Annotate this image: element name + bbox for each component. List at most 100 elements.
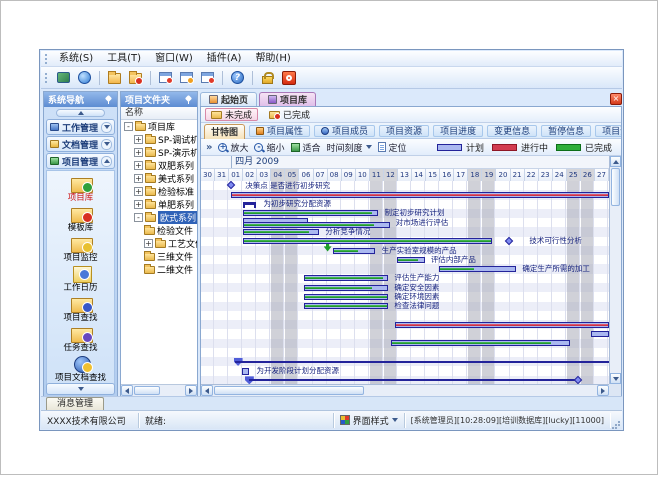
toolbar-button-system-icon[interactable] — [54, 69, 73, 87]
expander-plus-icon[interactable]: + — [134, 148, 143, 157]
sidebar-item-2[interactable]: 项目监控 — [47, 234, 114, 263]
view-tab-3[interactable]: 项目资源 — [379, 125, 429, 137]
scroll-left-button[interactable] — [201, 385, 213, 396]
gantt-vscrollbar[interactable] — [609, 156, 621, 384]
view-tab-2[interactable]: 项目成员 — [314, 125, 375, 137]
zoom-out-button[interactable]: -缩小 — [254, 141, 284, 154]
scroll-down-button[interactable] — [610, 373, 621, 384]
expander-plus-icon[interactable]: + — [134, 187, 143, 196]
toolbar-button-folder-open-icon[interactable] — [126, 69, 145, 87]
sidebar-section-2[interactable]: 项目管理 — [46, 153, 115, 169]
ui-style-dropdown[interactable]: 界面样式 — [334, 413, 405, 428]
expander-plus-icon[interactable]: + — [144, 239, 153, 248]
toolbar-button-exit-icon[interactable] — [279, 69, 298, 87]
gantt-bar-task[interactable] — [439, 266, 516, 272]
tab-project-lib[interactable]: 项目库 — [259, 92, 316, 106]
gantt-bar-task[interactable] — [304, 285, 388, 291]
gantt-summary-bracket[interactable] — [243, 202, 256, 205]
close-icon[interactable]: × — [610, 93, 622, 105]
gantt-bar-task[interactable] — [304, 275, 388, 281]
sidebar-section-1[interactable]: 文档管理 — [46, 136, 115, 152]
menu-item-2[interactable]: 窗口(W) — [148, 51, 200, 66]
toolbar-button-folder-icon[interactable] — [105, 69, 124, 87]
tree-node-4[interactable]: +美式系列 — [121, 172, 197, 185]
overflow-chevron-icon[interactable]: » — [206, 142, 212, 153]
toolbar-button-window-mail-icon[interactable] — [156, 69, 175, 87]
tree-node-7[interactable]: -欧式系列 — [121, 211, 197, 224]
sidebar-item-5[interactable]: 任务查找 — [47, 324, 114, 353]
sidebar-scroll-up[interactable] — [56, 109, 105, 117]
tree-node-0[interactable]: -项目库 — [121, 120, 197, 133]
tree-node-1[interactable]: +SP-调试机系 — [121, 133, 197, 146]
time-scale-dropdown[interactable]: 时间刻度 — [327, 141, 372, 154]
menu-item-4[interactable]: 帮助(H) — [248, 51, 297, 66]
tab-start-page[interactable]: 起始页 — [200, 92, 257, 106]
chevron-down-icon[interactable] — [101, 139, 112, 150]
gantt-bar-inprogress[interactable] — [395, 322, 609, 328]
filter-finished[interactable]: 已完成 — [263, 108, 316, 121]
gantt-marker-box[interactable] — [242, 368, 249, 375]
gantt-hscrollbar[interactable] — [201, 384, 609, 396]
sidebar-item-6[interactable]: 项目文档查找 — [47, 354, 114, 383]
gantt-bar-inprogress[interactable] — [231, 192, 609, 198]
gantt-summary-line[interactable] — [249, 379, 575, 381]
filter-unfinished[interactable]: 未完成 — [205, 108, 258, 121]
message-manager-tab[interactable]: 消息管理 — [46, 397, 104, 410]
fit-button[interactable]: 适合 — [291, 141, 321, 154]
zoom-in-button[interactable]: +放大 — [218, 141, 248, 154]
sidebar-section-collapsed[interactable] — [46, 383, 115, 395]
resize-grip[interactable] — [612, 413, 622, 428]
pin-icon[interactable] — [185, 95, 193, 104]
tree-node-6[interactable]: +单肥系列 — [121, 198, 197, 211]
chevron-up-icon[interactable] — [101, 156, 112, 167]
sidebar-item-3[interactable]: 工作日历 — [47, 264, 114, 293]
toolbar-button-window-edit-icon[interactable] — [177, 69, 196, 87]
sidebar-item-0[interactable]: 项目库 — [47, 174, 114, 203]
tree-column-header[interactable]: 名称 — [121, 107, 197, 120]
toolbar-button-lock-icon[interactable] — [258, 69, 277, 87]
scroll-thumb[interactable] — [611, 168, 620, 206]
expander-plus-icon[interactable]: + — [134, 135, 143, 144]
gantt-bar-task[interactable] — [397, 257, 425, 263]
pin-icon[interactable] — [105, 95, 113, 104]
scroll-thumb[interactable] — [214, 386, 364, 395]
scroll-right-button[interactable] — [185, 385, 197, 396]
expander-plus-icon[interactable]: + — [134, 174, 143, 183]
scroll-thumb[interactable] — [134, 386, 160, 395]
view-tab-0[interactable]: 甘特图 — [204, 124, 245, 139]
menu-item-1[interactable]: 工具(T) — [100, 51, 148, 66]
tree-node-10[interactable]: 三维文件 — [121, 250, 197, 263]
sidebar-section-0[interactable]: 工作管理 — [46, 119, 115, 135]
gantt-bar-task[interactable] — [243, 238, 492, 244]
tree-hscrollbar[interactable] — [121, 384, 197, 396]
gantt-bar-task[interactable] — [304, 303, 388, 309]
scroll-up-button[interactable] — [610, 156, 621, 167]
tree-node-3[interactable]: +双肥系列 — [121, 159, 197, 172]
view-tab-5[interactable]: 变更信息 — [487, 125, 537, 137]
scroll-right-button[interactable] — [597, 385, 609, 396]
gantt-bar-plan[interactable] — [591, 331, 609, 337]
sidebar-item-1[interactable]: 模板库 — [47, 204, 114, 233]
locate-button[interactable]: 定位 — [378, 141, 407, 154]
gantt-summary-line[interactable] — [235, 361, 609, 363]
toolbar-button-help-icon[interactable] — [228, 69, 247, 87]
menu-item-0[interactable]: 系统(S) — [52, 51, 100, 66]
tree-node-8[interactable]: 检验文件 — [121, 224, 197, 237]
gantt-bar-task[interactable] — [243, 229, 319, 235]
gantt-chart[interactable]: 决策点 是否进行初步研究为初步研究分配资源制定初步研究计划对市场进行评估分析竞争… — [201, 181, 609, 385]
toolbar-button-globe-icon[interactable] — [75, 69, 94, 87]
gantt-bar-task[interactable] — [304, 294, 388, 300]
toolbar-button-window-close-icon[interactable] — [198, 69, 217, 87]
expander-minus-icon[interactable]: - — [124, 122, 133, 131]
view-tab-1[interactable]: 项目属性 — [249, 125, 310, 137]
gantt-bar-task[interactable] — [243, 210, 378, 216]
expander-plus-icon[interactable]: + — [134, 161, 143, 170]
scroll-left-button[interactable] — [121, 385, 133, 396]
expander-minus-icon[interactable]: - — [134, 213, 143, 222]
menu-item-3[interactable]: 插件(A) — [200, 51, 249, 66]
tree-node-2[interactable]: +SP-演示机系 — [121, 146, 197, 159]
gantt-bar-task[interactable] — [391, 340, 570, 346]
view-tab-7[interactable]: 项目预算 — [595, 125, 622, 137]
view-tab-4[interactable]: 项目进度 — [433, 125, 483, 137]
tree-node-11[interactable]: 二维文件 — [121, 263, 197, 276]
